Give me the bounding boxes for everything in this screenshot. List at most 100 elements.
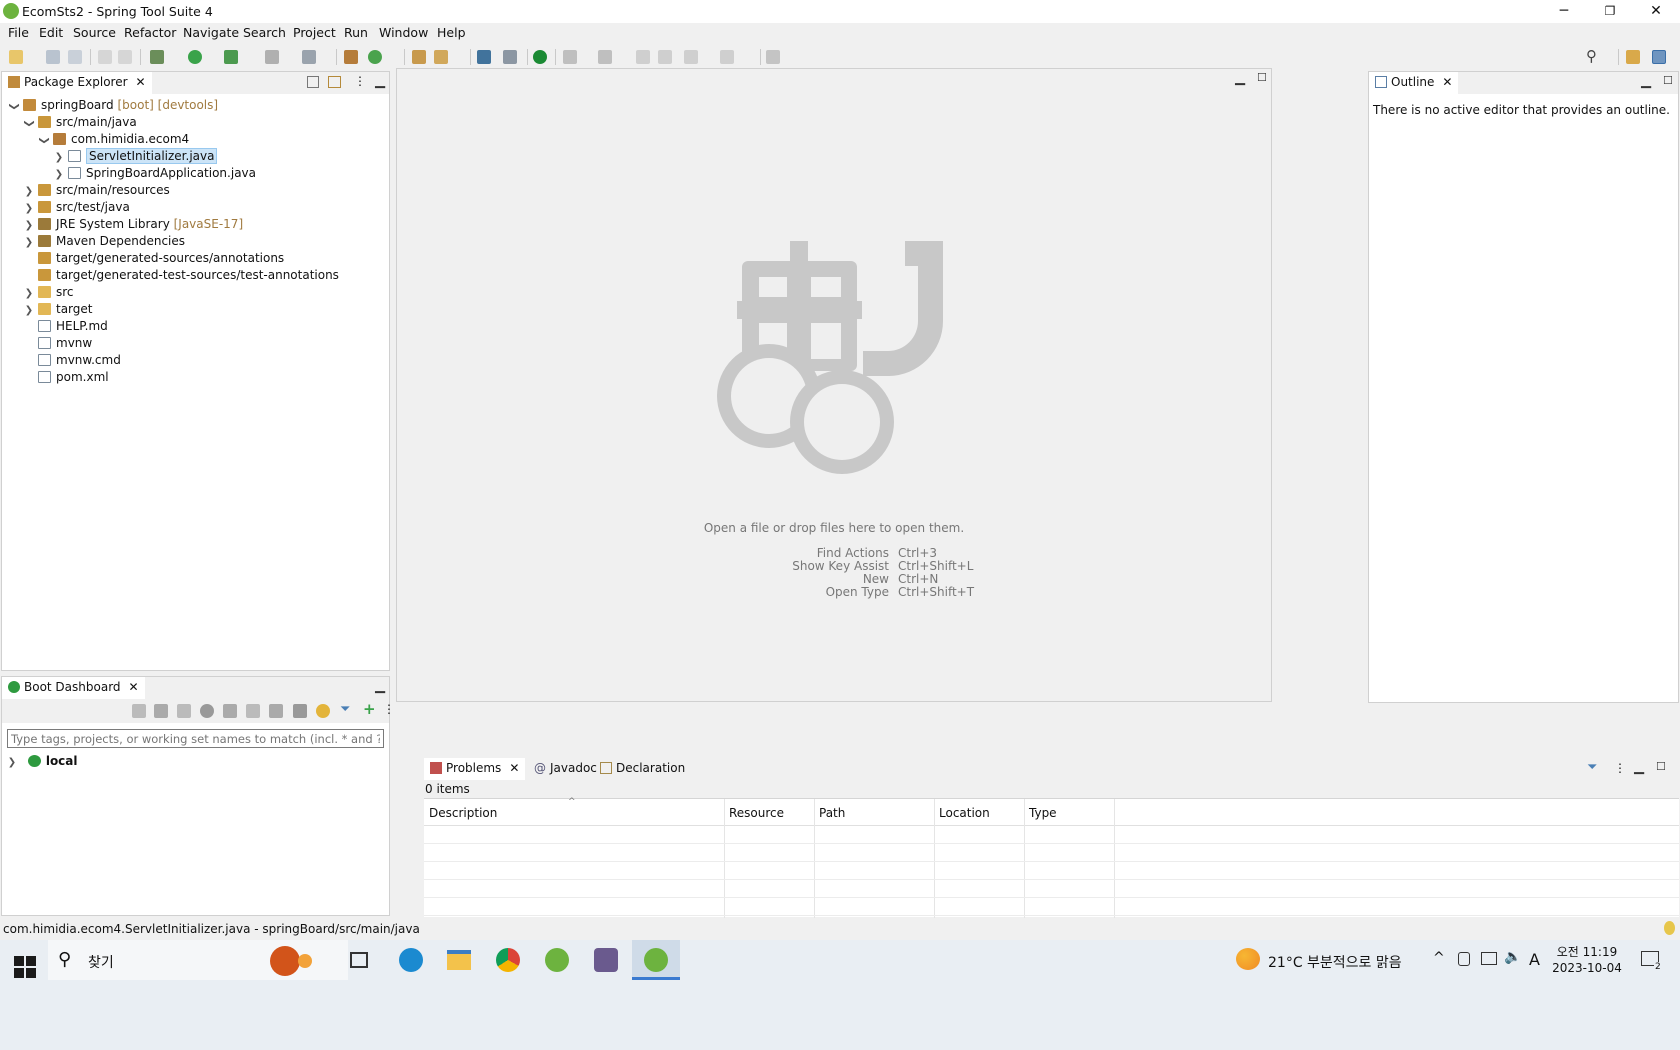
close-icon[interactable]: ✕: [136, 75, 146, 89]
chevron-down-icon[interactable]: ❯: [6, 101, 23, 113]
column-resource[interactable]: Resource: [729, 806, 784, 820]
skip-breakpoints-icon[interactable]: [503, 50, 517, 64]
tree-item[interactable]: ❯ SpringBoardApplication.java: [53, 165, 256, 182]
open-type-icon[interactable]: [412, 50, 426, 64]
minimize-icon[interactable]: ▁: [375, 679, 385, 694]
tree-item[interactable]: target/generated-test-sources/test-annot…: [23, 267, 339, 284]
chevron-down-icon[interactable]: ❯: [36, 135, 53, 147]
link-with-editor-icon[interactable]: [328, 76, 341, 88]
filter-icon[interactable]: ⏷: [1587, 760, 1597, 775]
menu-file[interactable]: File: [8, 25, 29, 40]
column-location[interactable]: Location: [939, 806, 990, 820]
last-edit-location-icon[interactable]: [636, 50, 650, 64]
open-console-icon[interactable]: [223, 704, 237, 718]
chevron-right-icon[interactable]: ❯: [53, 166, 65, 183]
close-icon[interactable]: ✕: [509, 761, 519, 775]
menu-search[interactable]: Search: [243, 25, 286, 40]
menu-project[interactable]: Project: [293, 25, 336, 40]
spring-boot-icon[interactable]: [533, 50, 547, 64]
tab-package-explorer[interactable]: Package Explorer ✕: [2, 72, 152, 94]
tree-item[interactable]: mvnw: [23, 335, 92, 352]
chevron-right-icon[interactable]: ❯: [6, 757, 18, 768]
filter-icon[interactable]: ⏷: [340, 702, 350, 717]
run-icon[interactable]: [188, 50, 202, 64]
tab-boot-dashboard[interactable]: Boot Dashboard ✕: [2, 677, 145, 699]
undo-icon[interactable]: [98, 50, 112, 64]
chevron-right-icon[interactable]: ❯: [23, 302, 35, 319]
add-icon[interactable]: +: [363, 700, 376, 718]
open-perspective-icon[interactable]: [1626, 50, 1640, 64]
minimize-icon[interactable]: ▁: [375, 74, 385, 89]
chevron-right-icon[interactable]: ❯: [23, 217, 35, 234]
active-app-slot[interactable]: [632, 940, 680, 980]
menu-run[interactable]: Run: [344, 25, 368, 40]
column-type[interactable]: Type: [1029, 806, 1057, 820]
task-view-icon[interactable]: [350, 952, 368, 968]
tree-item[interactable]: ❯ ServletInitializer.java: [53, 148, 218, 166]
input-indicator[interactable]: A: [1529, 950, 1540, 969]
back-icon[interactable]: [684, 50, 698, 64]
tab-problems[interactable]: Problems ✕: [424, 758, 526, 780]
view-menu-icon[interactable]: ⋮: [1614, 761, 1626, 775]
minimize-icon[interactable]: ▁: [1634, 760, 1644, 775]
menu-navigate[interactable]: Navigate: [183, 25, 239, 40]
column-path[interactable]: Path: [819, 806, 845, 820]
stop-icon[interactable]: [177, 704, 191, 718]
tab-declaration[interactable]: Declaration: [594, 758, 691, 780]
close-icon[interactable]: ✕: [129, 680, 139, 694]
windows-start-icon[interactable]: [14, 956, 36, 978]
local-target-row[interactable]: ❯ local: [6, 754, 78, 768]
minimize-icon[interactable]: ▁: [1641, 74, 1651, 89]
forward-icon[interactable]: [720, 50, 734, 64]
minimize-button[interactable]: ─: [1542, 0, 1586, 23]
console-icon[interactable]: [477, 50, 491, 64]
bulb-icon[interactable]: [1664, 921, 1675, 935]
menu-source[interactable]: Source: [73, 25, 116, 40]
menu-help[interactable]: Help: [437, 25, 466, 40]
expose-icon[interactable]: [246, 704, 260, 718]
boot-filter-input[interactable]: [7, 729, 384, 748]
tree-item[interactable]: HELP.md: [23, 318, 108, 335]
maximize-icon[interactable]: ☐: [1257, 71, 1267, 84]
column-description[interactable]: Description: [429, 806, 497, 820]
chevron-up-icon[interactable]: ^: [1433, 950, 1445, 966]
tab-javadoc[interactable]: @ Javadoc: [528, 758, 603, 780]
tree-item[interactable]: ❯ JRE System Library [JavaSE-17]: [23, 216, 243, 233]
tree-item[interactable]: pom.xml: [23, 369, 109, 386]
config-icon[interactable]: [293, 704, 307, 718]
chevron-right-icon[interactable]: ❯: [23, 183, 35, 200]
close-icon[interactable]: ✕: [1442, 75, 1452, 89]
search-icon[interactable]: ⚲: [1586, 47, 1597, 65]
view-menu-icon[interactable]: ⋮: [383, 702, 395, 716]
search-tool-icon[interactable]: [434, 50, 448, 64]
restore-button[interactable]: ❐: [1588, 0, 1632, 23]
tree-item[interactable]: ❯ Maven Dependencies: [23, 233, 185, 250]
new-icon[interactable]: [9, 50, 23, 64]
start-icon[interactable]: [132, 704, 146, 718]
bulb-icon[interactable]: [316, 704, 330, 718]
redo-icon[interactable]: [118, 50, 132, 64]
edit-icon[interactable]: [269, 704, 283, 718]
save-all-icon[interactable]: [68, 50, 82, 64]
minimize-icon[interactable]: ▁: [1235, 71, 1245, 86]
menu-window[interactable]: Window: [379, 25, 428, 40]
java-perspective-icon[interactable]: [1652, 50, 1666, 64]
maximize-icon[interactable]: ☐: [1663, 74, 1673, 87]
tree-item[interactable]: ❯ springBoard [boot] [devtools]: [6, 97, 219, 114]
chrome-icon[interactable]: [496, 948, 520, 972]
next-edit-icon[interactable]: [658, 50, 672, 64]
edge-icon[interactable]: [399, 948, 423, 972]
chevron-right-icon[interactable]: ❯: [23, 285, 35, 302]
collapse-all-icon[interactable]: [307, 76, 319, 88]
tab-outline[interactable]: Outline ✕: [1369, 72, 1459, 94]
spring-tool-icon[interactable]: [545, 948, 569, 972]
tree-item[interactable]: ❯ com.himidia.ecom4: [36, 131, 190, 148]
chevron-right-icon[interactable]: ❯: [23, 234, 35, 251]
run-external-tools-icon[interactable]: [224, 50, 238, 64]
taskbar-search[interactable]: ⚲ 찾기: [48, 940, 348, 980]
tree-item[interactable]: ❯ src/main/java: [23, 114, 137, 131]
chevron-right-icon[interactable]: ❯: [53, 149, 65, 166]
view-menu-icon[interactable]: ⋮: [354, 74, 366, 88]
maximize-icon[interactable]: ☐: [1656, 760, 1666, 773]
new-java-class-icon[interactable]: [368, 50, 382, 64]
